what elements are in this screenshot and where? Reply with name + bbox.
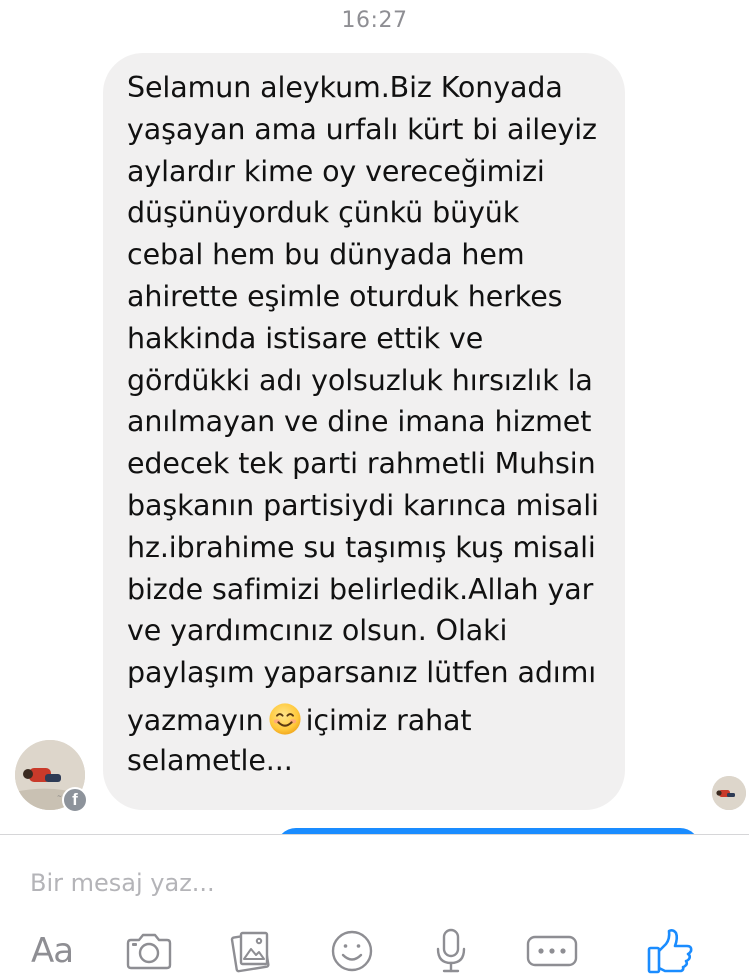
gallery-icon[interactable] bbox=[224, 927, 278, 975]
message-timestamp: 16:27 bbox=[341, 8, 408, 33]
message-input[interactable] bbox=[30, 865, 630, 901]
message-line: ahirette eşimle oturduk herkes bbox=[127, 279, 563, 313]
message-line: bizde safimizi belirledik.Allah yar bbox=[127, 572, 594, 606]
message-composer: Aa bbox=[0, 834, 749, 977]
message-line: Selamun aleykum.Biz Konyada bbox=[127, 71, 563, 104]
message-line: hz.ibrahime su taşımış kuş misali bbox=[127, 530, 596, 564]
message-line: ve yardımcınız olsun. Olaki bbox=[127, 614, 508, 648]
message-line: edecek tek parti rahmetli Muhsin bbox=[127, 447, 596, 481]
message-text-before-emoji: yazmayın bbox=[127, 703, 264, 737]
text-format-button[interactable]: Aa bbox=[24, 927, 80, 975]
message-line: başkanın partisiydi karınca misali bbox=[127, 488, 599, 522]
message-line: düşünüyorduk çünkü büyük bbox=[127, 196, 520, 230]
message-line: anılmayan ve dine imana hizmet bbox=[127, 405, 592, 439]
emoji-icon[interactable] bbox=[325, 927, 379, 975]
message-line: cebal hem bu dünyada hem bbox=[127, 238, 525, 272]
read-receipt-avatar bbox=[712, 776, 746, 810]
message-text-after-emoji: içimiz rahat bbox=[305, 703, 472, 737]
message-line: paylaşım yaparsanız lütfen adımı bbox=[127, 656, 597, 690]
smiling-face-emoji-icon bbox=[268, 703, 301, 735]
message-line: yaşayan ama urfalı kürt bi aileyiz bbox=[127, 112, 597, 146]
message-line-with-emoji: yazmayın içimiz rahat bbox=[127, 700, 605, 742]
read-receipt-photo-icon bbox=[712, 776, 746, 810]
like-icon[interactable] bbox=[642, 927, 698, 975]
message-line: gördükki adı yolsuzluk hırsızlık la bbox=[127, 363, 593, 397]
message-line: hakkinda istisare ettik ve bbox=[127, 321, 484, 355]
more-icon[interactable] bbox=[522, 927, 582, 975]
message-line: selametle... bbox=[127, 743, 293, 777]
message-line: aylardır kime oy vereceğimizi bbox=[127, 154, 545, 188]
received-message-bubble[interactable]: Selamun aleykum.Biz Konyada yaşayan ama … bbox=[103, 53, 625, 810]
camera-icon[interactable] bbox=[122, 927, 176, 975]
facebook-badge-icon: f bbox=[62, 787, 88, 813]
composer-toolbar: Aa bbox=[0, 927, 749, 977]
microphone-icon[interactable] bbox=[424, 927, 478, 975]
